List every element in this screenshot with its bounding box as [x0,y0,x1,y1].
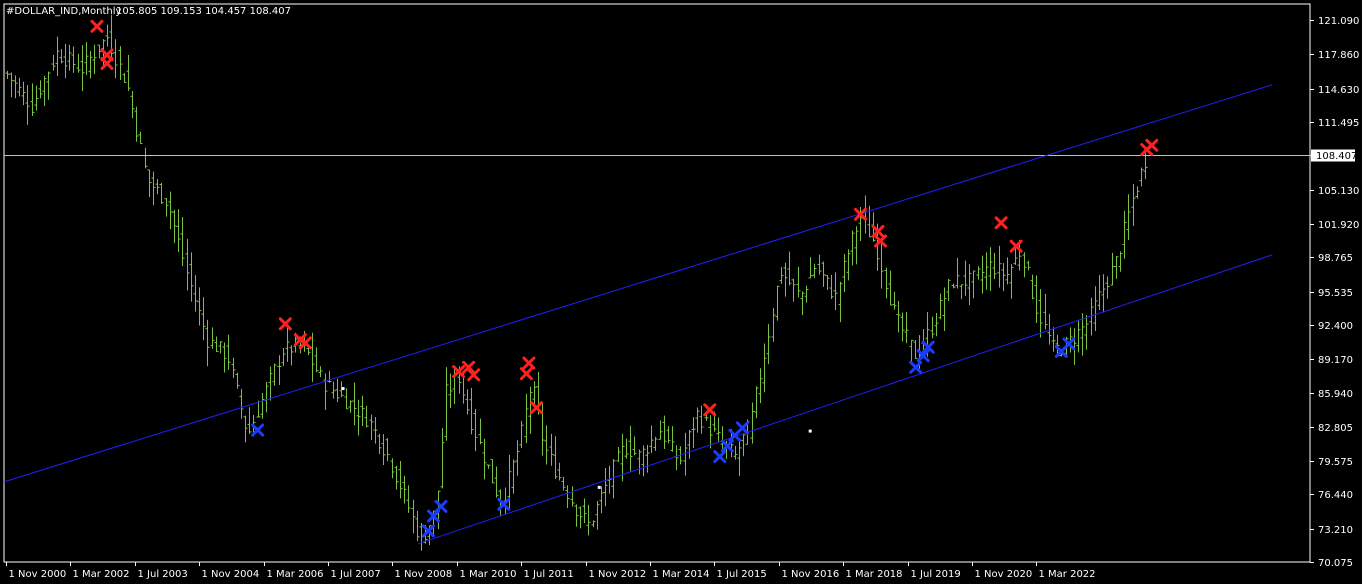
current-price-label: 108.407 [1316,151,1357,162]
channel-anchor[interactable] [341,387,345,391]
x-tick-label: 1 Mar 2002 [73,569,130,580]
chart-ohlc: 105.805 109.153 104.457 108.407 [116,6,291,17]
x-tick-label: 1 Jul 2003 [138,569,188,580]
channel-anchor[interactable] [597,485,601,489]
y-tick-label: 92.400 [1318,321,1353,332]
x-tick-label: 1 Mar 2010 [460,569,517,580]
y-tick-label: 73.210 [1318,525,1353,536]
x-tick-label: 1 Nov 2016 [782,569,840,580]
x-tick-label: 1 Nov 2004 [202,569,260,580]
y-tick-label: 76.440 [1318,490,1353,501]
x-tick-label: 1 Mar 2014 [653,569,710,580]
y-tick-label: 89.170 [1318,355,1353,366]
y-tick-label: 82.805 [1318,423,1353,434]
x-tick-label: 1 Jul 2007 [331,569,381,580]
x-tick-label: 1 Jul 2011 [524,569,574,580]
x-tick-label: 1 Nov 2000 [9,569,67,580]
x-tick-label: 1 Nov 2012 [589,569,647,580]
x-tick-label: 1 Nov 2008 [395,569,453,580]
y-tick-label: 105.130 [1318,186,1359,197]
x-tick-label: 1 Nov 2020 [975,569,1033,580]
y-tick-label: 117.860 [1318,50,1359,61]
chart-background [0,0,1362,584]
x-tick-label: 1 Jul 2019 [911,569,961,580]
y-tick-label: 98.765 [1318,253,1353,264]
x-tick-label: 1 Jul 2015 [717,569,767,580]
x-tick-label: 1 Mar 2006 [267,569,324,580]
x-tick-label: 1 Mar 2018 [846,569,903,580]
price-chart[interactable]: 121.090 117.860 114.630 111.495 108.407 105.1… [0,0,1362,584]
y-tick-label: 121.090 [1318,16,1359,27]
y-tick-label: 114.630 [1318,85,1359,96]
y-tick-label: 79.575 [1318,457,1353,468]
x-tick-label: 1 Mar 2022 [1039,569,1096,580]
y-tick-label: 111.495 [1318,118,1359,129]
y-tick-label: 95.535 [1318,288,1353,299]
y-tick-label: 85.940 [1318,389,1353,400]
channel-anchor[interactable] [808,429,812,433]
y-tick-label: 101.920 [1318,220,1359,231]
y-tick-label: 70.075 [1318,558,1353,569]
chart-symbol: #DOLLAR_IND,Monthly [6,6,122,17]
